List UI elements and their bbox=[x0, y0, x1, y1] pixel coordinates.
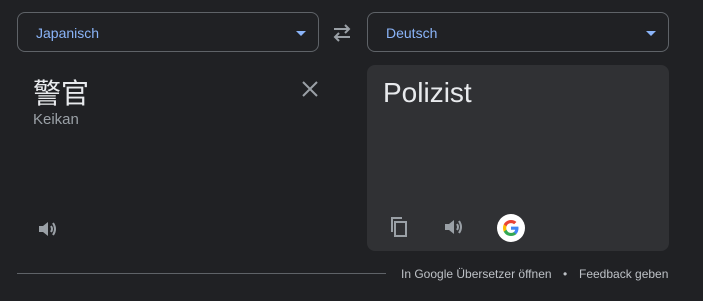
source-language-label: Japanisch bbox=[36, 25, 100, 41]
translation-panel: Polizist bbox=[367, 65, 669, 251]
google-g-icon bbox=[503, 220, 519, 236]
translated-text: Polizist bbox=[383, 77, 472, 108]
close-icon bbox=[302, 81, 318, 97]
chevron-down-icon bbox=[646, 31, 656, 36]
open-in-translate-link[interactable]: In Google Übersetzer öffnen bbox=[401, 267, 552, 281]
speaker-icon bbox=[445, 220, 462, 234]
feedback-link[interactable]: Feedback geben bbox=[579, 267, 668, 281]
chevron-down-icon bbox=[296, 31, 306, 36]
speaker-icon bbox=[39, 222, 56, 236]
copy-translation-button[interactable] bbox=[387, 215, 411, 239]
footer-divider bbox=[17, 273, 386, 274]
source-transliteration: Keikan bbox=[33, 111, 79, 128]
copy-icon bbox=[391, 217, 407, 237]
swap-languages-button[interactable] bbox=[330, 22, 354, 44]
google-translate-button[interactable] bbox=[497, 214, 525, 242]
clear-source-button[interactable] bbox=[298, 77, 322, 101]
source-text[interactable]: 警官 bbox=[33, 72, 89, 112]
target-listen-button[interactable] bbox=[442, 215, 466, 239]
target-language-select[interactable]: Deutsch bbox=[367, 12, 669, 52]
footer-separator: • bbox=[563, 267, 568, 281]
source-listen-button[interactable] bbox=[36, 217, 60, 241]
swap-arrows-icon bbox=[333, 24, 351, 42]
source-language-select[interactable]: Japanisch bbox=[17, 12, 319, 52]
target-language-label: Deutsch bbox=[386, 25, 438, 41]
